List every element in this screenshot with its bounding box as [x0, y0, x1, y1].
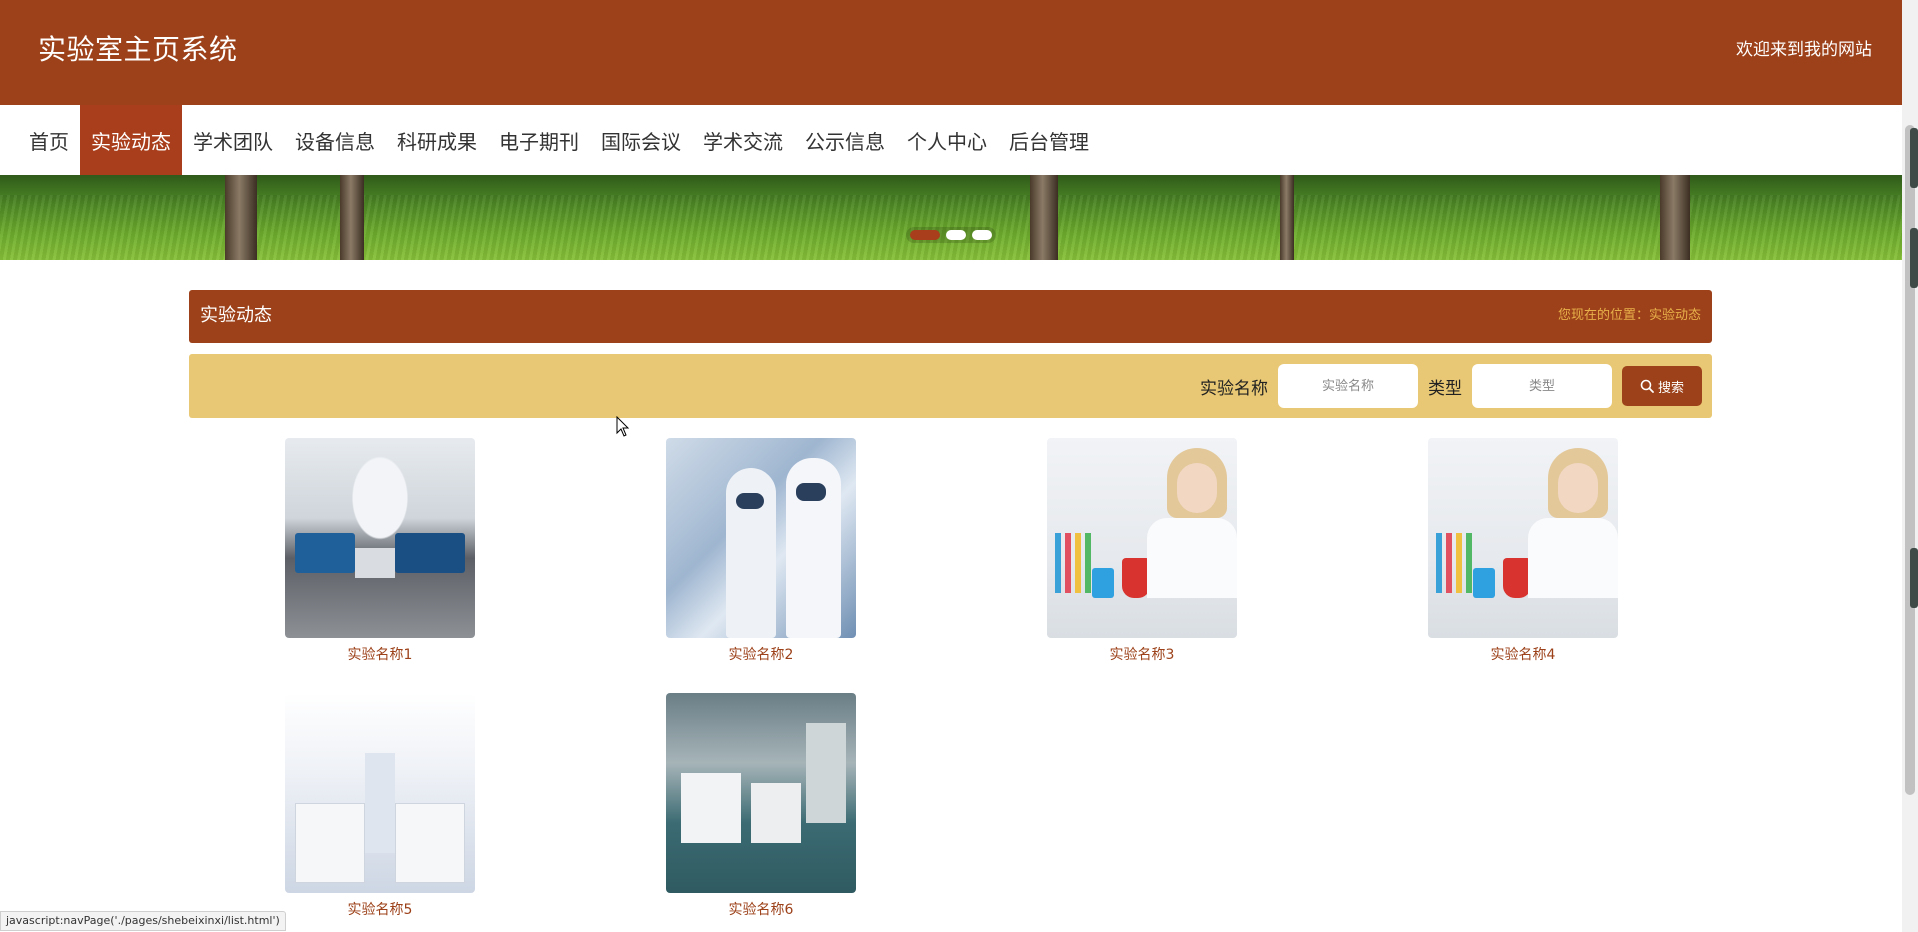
banner-tree: [1660, 175, 1690, 260]
page-scrollbar[interactable]: [1902, 0, 1918, 932]
breadcrumb: 您现在的位置：实验动态: [1557, 308, 1701, 323]
experiment-card[interactable]: 实验名称4: [1428, 438, 1618, 665]
banner-tree: [225, 175, 257, 260]
experiment-name[interactable]: 实验名称6: [666, 900, 856, 920]
section-title: 实验动态: [200, 305, 272, 326]
experiment-name[interactable]: 实验名称5: [285, 900, 475, 920]
experiment-image[interactable]: [1428, 438, 1618, 638]
experiment-card[interactable]: 实验名称5: [285, 693, 475, 920]
nav-item-personal-center[interactable]: 个人中心: [896, 105, 998, 175]
carousel-dot-3[interactable]: [972, 230, 992, 240]
experiment-card[interactable]: 实验名称6: [666, 693, 856, 920]
browser-status-bar: javascript:navPage('./pages/shebeixinxi/…: [0, 911, 286, 931]
banner-carousel: [0, 175, 1902, 260]
carousel-dot-1[interactable]: [910, 230, 940, 240]
nav-item-announcements[interactable]: 公示信息: [794, 105, 896, 175]
search-button-label: 搜索: [1657, 379, 1684, 395]
nav-item-academic-team[interactable]: 学术团队: [182, 105, 284, 175]
scrollbar-marker: [1910, 128, 1918, 188]
experiment-card[interactable]: 实验名称2: [666, 438, 856, 665]
experiment-image[interactable]: [666, 438, 856, 638]
main-nav: 首页 实验动态 学术团队 设备信息 科研成果 电子期刊 国际会议 学术交流 公示…: [0, 105, 1902, 175]
section-header: 实验动态 您现在的位置：实验动态: [189, 290, 1712, 343]
name-input[interactable]: [1278, 364, 1418, 408]
nav-item-conferences[interactable]: 国际会议: [590, 105, 692, 175]
experiment-image[interactable]: [285, 693, 475, 893]
type-input[interactable]: [1472, 364, 1612, 408]
experiment-image[interactable]: [1047, 438, 1237, 638]
search-button[interactable]: 搜索: [1622, 366, 1702, 406]
search-form: 实验名称 类型 搜索: [1200, 364, 1702, 408]
nav-item-equipment[interactable]: 设备信息: [284, 105, 386, 175]
search-icon: [1640, 379, 1654, 393]
experiment-name[interactable]: 实验名称4: [1428, 645, 1618, 665]
experiment-image[interactable]: [666, 693, 856, 893]
experiment-name[interactable]: 实验名称1: [285, 645, 475, 665]
banner-tree: [1030, 175, 1058, 260]
carousel-dots: [906, 227, 996, 243]
banner-tree: [1280, 175, 1294, 260]
site-header: 实验室主页系统 欢迎来到我的网站: [0, 0, 1902, 105]
search-bar: 实验名称 类型 搜索: [189, 354, 1712, 418]
nav-item-admin[interactable]: 后台管理: [998, 105, 1100, 175]
welcome-text: 欢迎来到我的网站: [1736, 40, 1872, 60]
experiment-card[interactable]: 实验名称1: [285, 438, 475, 665]
nav-item-e-journals[interactable]: 电子期刊: [488, 105, 590, 175]
experiment-name[interactable]: 实验名称3: [1047, 645, 1237, 665]
experiment-name[interactable]: 实验名称2: [666, 645, 856, 665]
banner-tree: [340, 175, 364, 260]
type-label: 类型: [1428, 378, 1462, 399]
nav-item-academic-exchange[interactable]: 学术交流: [692, 105, 794, 175]
mouse-cursor-icon: [616, 415, 630, 442]
experiment-image[interactable]: [285, 438, 475, 638]
scrollbar-marker: [1910, 228, 1918, 288]
name-label: 实验名称: [1200, 378, 1268, 399]
scrollbar-marker: [1910, 548, 1918, 608]
site-title: 实验室主页系统: [38, 33, 238, 66]
carousel-dot-2[interactable]: [946, 230, 966, 240]
experiment-card[interactable]: 实验名称3: [1047, 438, 1237, 665]
scrollbar-thumb[interactable]: [1905, 125, 1915, 795]
nav-item-home[interactable]: 首页: [18, 105, 80, 175]
nav-item-experiment-news[interactable]: 实验动态: [80, 105, 182, 175]
nav-item-research-results[interactable]: 科研成果: [386, 105, 488, 175]
